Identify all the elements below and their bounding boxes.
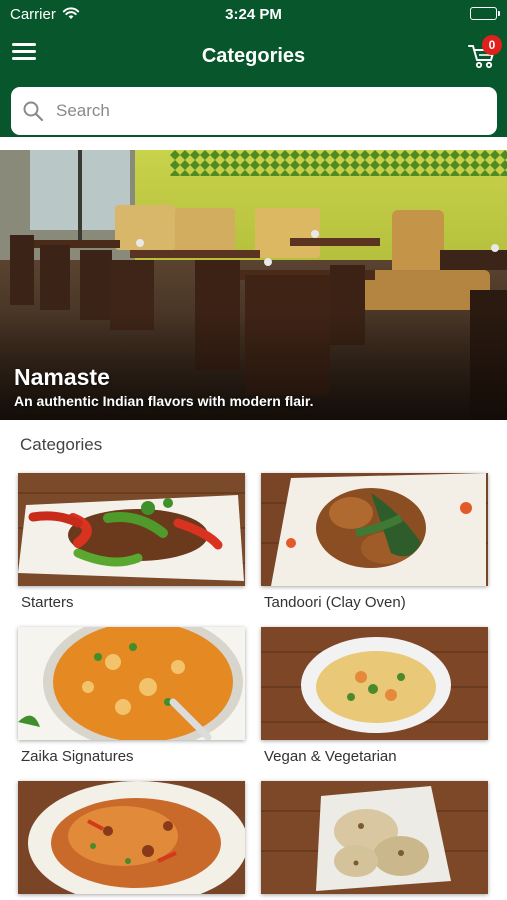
category-label: Tandoori (Clay Oven) bbox=[264, 594, 406, 611]
search-bar[interactable] bbox=[11, 87, 497, 135]
app-header: Carrier 3:24 PM Categories 0 bbox=[0, 0, 507, 137]
clock: 3:24 PM bbox=[225, 6, 282, 23]
category-image bbox=[18, 627, 245, 740]
cart-count-badge: 0 bbox=[482, 35, 502, 55]
category-label: Zaika Signatures bbox=[21, 748, 134, 765]
category-tile-zaika-signatures[interactable]: Zaika Signatures bbox=[18, 627, 245, 765]
category-image bbox=[261, 781, 488, 894]
category-tile-breads[interactable] bbox=[261, 781, 488, 900]
search-input[interactable] bbox=[56, 87, 486, 135]
category-image bbox=[18, 473, 245, 586]
page-title: Categories bbox=[201, 45, 306, 67]
category-tile-starters[interactable]: Starters bbox=[18, 473, 245, 611]
battery-icon bbox=[470, 7, 500, 20]
category-image bbox=[261, 473, 488, 586]
category-label: Vegan & Vegetarian bbox=[264, 748, 397, 765]
category-tile-tandoori[interactable]: Tandoori (Clay Oven) bbox=[261, 473, 488, 611]
category-image bbox=[18, 781, 245, 894]
nav-bar: Categories 0 bbox=[0, 30, 507, 82]
status-bar: Carrier 3:24 PM bbox=[0, 0, 507, 30]
category-image bbox=[261, 627, 488, 740]
category-tile-vegan-vegetarian[interactable]: Vegan & Vegetarian bbox=[261, 627, 488, 765]
category-tile-biryani[interactable] bbox=[18, 781, 245, 900]
category-label: Starters bbox=[21, 594, 74, 611]
restaurant-tagline: An authentic Indian flavors with modern … bbox=[14, 393, 314, 409]
search-icon bbox=[22, 100, 44, 127]
restaurant-name: Namaste bbox=[14, 364, 110, 390]
hero-banner: Namaste An authentic Indian flavors with… bbox=[0, 150, 507, 420]
categories-heading: Categories bbox=[20, 435, 103, 454]
